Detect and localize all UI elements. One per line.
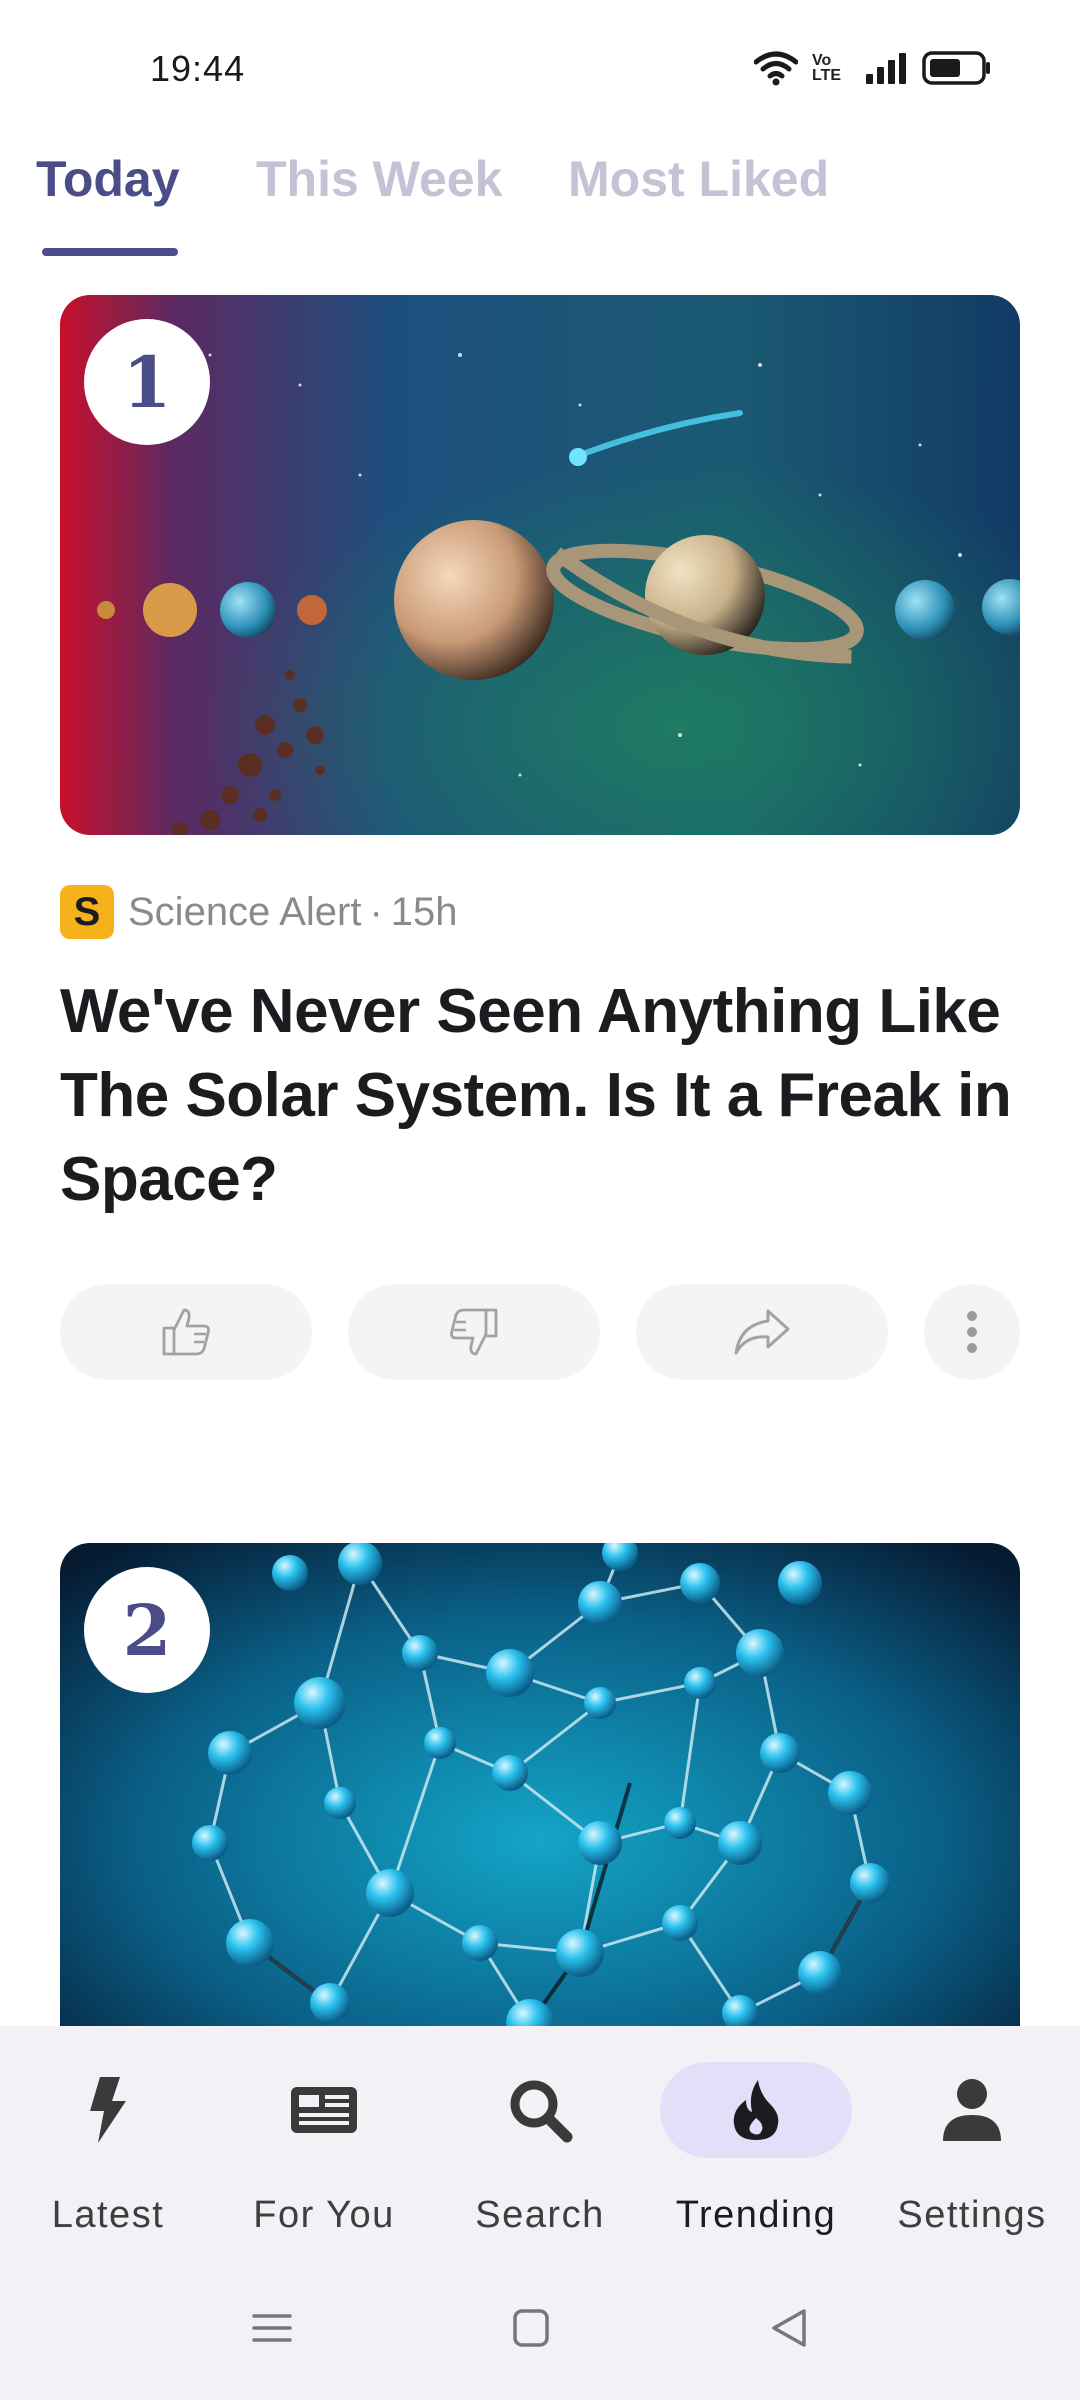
like-button[interactable] [60, 1284, 312, 1380]
nav-search[interactable]: Search [432, 2026, 648, 2256]
article-image[interactable]: 1 [60, 295, 1020, 835]
status-icons: Vo LTE [754, 50, 992, 86]
share-button[interactable] [636, 1284, 888, 1380]
share-icon [734, 1309, 790, 1355]
bolt-icon [90, 2077, 126, 2143]
meta-separator: · [369, 889, 383, 934]
nav-label: For You [253, 2194, 395, 2236]
volte-icon: Vo LTE [812, 52, 842, 84]
more-options-icon [967, 1311, 977, 1353]
nav-settings[interactable]: Settings [864, 2026, 1080, 2256]
user-icon [943, 2079, 1001, 2141]
home-button-icon[interactable] [512, 2308, 550, 2348]
rank-badge: 1 [84, 319, 210, 445]
search-icon [510, 2080, 573, 2143]
nav-label: Settings [897, 2194, 1047, 2236]
signal-icon [866, 53, 906, 84]
article-title[interactable]: We've Never Seen Anything Like The Solar… [60, 970, 1030, 1222]
recents-menu-icon[interactable] [252, 2308, 292, 2348]
rank-badge: 2 [84, 1567, 210, 1693]
tab-this-week[interactable]: This Week [256, 150, 502, 208]
flame-icon [733, 2080, 779, 2140]
system-navigation-bar [0, 2280, 1080, 2390]
nav-label: Latest [51, 2194, 165, 2236]
nav-for-you[interactable]: For You [216, 2026, 432, 2256]
back-button-icon[interactable] [770, 2308, 808, 2348]
nav-label: Search [475, 2194, 605, 2236]
tab-today[interactable]: Today [36, 150, 180, 208]
article-meta: S Science Alert · 15h [60, 884, 458, 940]
status-time: 19:44 [150, 48, 246, 89]
nav-label: Trending [675, 2194, 837, 2236]
article-age: 15h [390, 889, 458, 934]
article-image[interactable]: 2 [60, 1543, 1020, 2083]
source-logo: S [60, 885, 114, 939]
tab-most-liked[interactable]: Most Liked [568, 150, 829, 208]
dislike-button[interactable] [348, 1284, 600, 1380]
like-icon [162, 1308, 210, 1356]
nav-trending[interactable]: Trending [648, 2026, 864, 2256]
active-tab-indicator [42, 248, 178, 256]
wifi-icon [754, 51, 798, 86]
newspaper-icon [291, 2087, 357, 2133]
nav-latest[interactable]: Latest [0, 2026, 216, 2256]
status-bar: 19:44 Vo LTE [0, 0, 1080, 140]
dislike-icon [450, 1308, 498, 1356]
battery-icon [922, 51, 990, 85]
time-range-tabs: Today This Week Most Liked [0, 140, 1080, 260]
article-source[interactable]: Science Alert [128, 890, 361, 935]
more-options-button[interactable] [924, 1284, 1020, 1380]
